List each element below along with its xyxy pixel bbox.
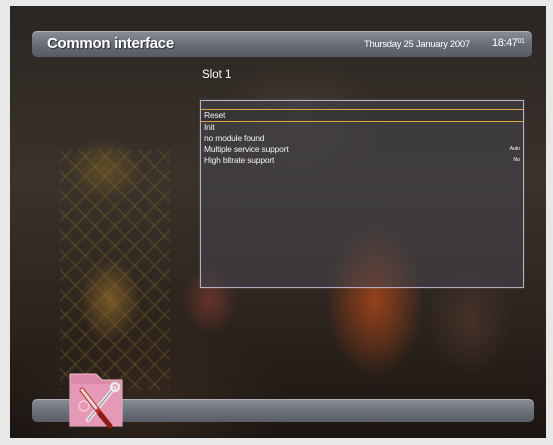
date-display: Thursday 25 January 2007 — [364, 39, 470, 50]
menu-item-label: Multiple service support — [204, 144, 289, 154]
screen-frame-top — [0, 0, 553, 6]
menu-item-init[interactable]: Init — [201, 122, 523, 133]
background-lattice — [60, 150, 170, 390]
menu-panel: Reset Init no module found Multiple serv… — [200, 100, 524, 288]
menu-item-label: High bitrate support — [204, 155, 275, 165]
slot-title: Slot 1 — [202, 69, 232, 81]
tools-icon — [66, 368, 128, 438]
screen-frame-right — [546, 0, 553, 445]
menu-item-module-status[interactable]: no module found — [201, 133, 523, 144]
menu-item-value: No — [513, 157, 520, 163]
clock-hours-minutes: 18:47 — [492, 37, 518, 49]
menu-item-value: Auto — [509, 146, 520, 152]
screen-frame-bottom — [0, 438, 553, 445]
clock-display: 18:4701 — [492, 37, 525, 49]
menu-item-label: Reset — [204, 110, 226, 120]
clock-seconds: 01 — [517, 38, 525, 45]
page-title: Common interface — [47, 35, 174, 52]
menu-item-high-bitrate-support[interactable]: High bitrate support No — [201, 155, 523, 166]
screen-frame-left — [0, 0, 10, 445]
header-bar: Common interface Thursday 25 January 200… — [32, 31, 532, 57]
menu-item-reset[interactable]: Reset — [201, 109, 523, 122]
menu-item-label: no module found — [204, 133, 265, 143]
menu-item-multiple-service-support[interactable]: Multiple service support Auto — [201, 144, 523, 155]
menu-item-label: Init — [204, 122, 215, 132]
menu-list: Reset Init no module found Multiple serv… — [201, 109, 523, 166]
